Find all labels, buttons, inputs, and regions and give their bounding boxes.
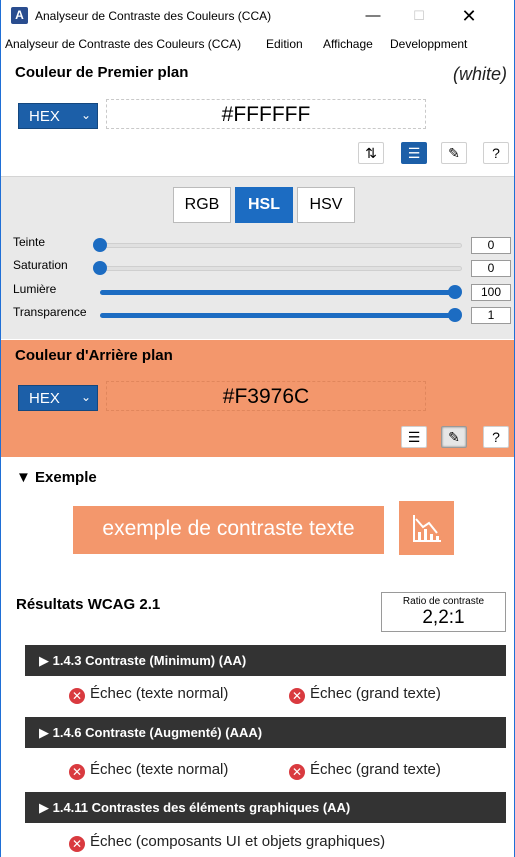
menu-item-affichage[interactable]: Affichage (323, 37, 373, 51)
result-text: Échec (texte normal) (90, 685, 229, 702)
app-window: A Analyseur de Contraste des Couleurs (C… (0, 0, 515, 857)
contrast-ratio-value: 2,2:1 (422, 607, 465, 628)
slider-thumb[interactable] (93, 261, 107, 275)
slider-label: Lumière (13, 282, 57, 296)
result-item: ✕ Échec (texte normal) (69, 685, 228, 704)
swap-colors-button[interactable]: ⇅ (358, 142, 384, 164)
fail-icon: ✕ (69, 836, 85, 852)
fail-icon: ✕ (69, 688, 85, 704)
background-format-label: HEX (29, 390, 60, 407)
slider-value-input[interactable]: 100 (471, 284, 511, 301)
chevron-down-icon: ⌄ (81, 108, 92, 122)
slider-track[interactable] (100, 266, 462, 271)
slider-label: Saturation (13, 258, 68, 272)
slider-fill (100, 313, 455, 318)
criterion-1-4-6[interactable]: ▶ 1.4.6 Contraste (Augmenté) (AAA) (25, 717, 506, 748)
slider-row-saturation: Saturation 0 (1, 258, 514, 278)
app-logo-icon: A (11, 7, 28, 24)
foreground-eyedropper-button[interactable]: ✎ (441, 142, 467, 164)
results-heading: Résultats WCAG 2.1 (16, 596, 161, 613)
window-title: Analyseur de Contraste des Couleurs (CCA… (35, 9, 272, 23)
slider-fill (100, 290, 455, 295)
result-item: ✕ Échec (texte normal) (69, 761, 228, 780)
foreground-help-button[interactable]: ? (483, 142, 509, 164)
criterion-1-4-3[interactable]: ▶ 1.4.3 Contraste (Minimum) (AA) (25, 645, 506, 676)
slider-track[interactable] (100, 243, 462, 248)
slider-thumb[interactable] (448, 308, 462, 322)
foreground-heading: Couleur de Premier plan (15, 64, 189, 81)
slider-thumb[interactable] (93, 238, 107, 252)
menu-bar: Analyseur de Contraste des Couleurs (CCA… (1, 34, 514, 54)
sliders-icon: ☰ (407, 145, 421, 161)
fail-icon: ✕ (69, 764, 85, 780)
slider-label: Transparence (13, 305, 87, 319)
slider-row-teinte: Teinte 0 (1, 235, 514, 255)
slider-value-input[interactable]: 0 (471, 260, 511, 277)
tab-hsl[interactable]: HSL (235, 187, 293, 223)
result-item: ✕ Échec (grand texte) (289, 761, 441, 780)
result-item: ✕ Échec (composants UI et objets graphiqu… (69, 833, 385, 852)
foreground-hex-input[interactable]: #FFFFFF (106, 99, 426, 129)
chart-icon (413, 515, 441, 542)
result-text: Échec (grand texte) (310, 761, 441, 778)
title-bar: A Analyseur de Contraste des Couleurs (C… (1, 0, 514, 32)
menu-item-app[interactable]: Analyseur de Contraste des Couleurs (CCA… (5, 37, 241, 51)
slider-row-lumiere: Lumière 100 (1, 282, 514, 302)
fail-icon: ✕ (289, 688, 305, 704)
foreground-format-select[interactable]: HEX ⌄ (18, 103, 98, 129)
criterion-1-4-11[interactable]: ▶ 1.4.11 Contrastes des éléments graphiq… (25, 792, 506, 823)
contrast-ratio-label: Ratio de contraste (402, 596, 485, 607)
tab-rgb[interactable]: RGB (173, 187, 231, 223)
background-help-button[interactable]: ? (483, 426, 509, 448)
sliders-icon: ☰ (407, 429, 421, 445)
background-heading: Couleur d'Arrière plan (15, 347, 173, 364)
example-text-preview: exemple de contraste texte (73, 506, 384, 554)
result-text: Échec (grand texte) (310, 685, 441, 702)
minimize-button[interactable]: — (351, 4, 395, 28)
slider-label: Teinte (13, 235, 46, 249)
example-graphic-preview (399, 501, 454, 555)
menu-item-edition[interactable]: Edition (266, 37, 303, 51)
eyedropper-icon: ✎ (448, 145, 460, 161)
foreground-sliders-button[interactable]: ☰ (401, 142, 427, 164)
chevron-down-icon: ⌄ (81, 390, 92, 404)
menu-item-developpment[interactable]: Developpment (390, 37, 467, 51)
slider-row-transparence: Transparence 1 (1, 305, 514, 325)
slider-value-input[interactable]: 0 (471, 237, 511, 254)
result-item: ✕ Échec (grand texte) (289, 685, 441, 704)
maximize-button[interactable]: ☐ (397, 4, 441, 28)
background-hex-input[interactable]: #F3976C (106, 381, 426, 411)
close-button[interactable]: ✕ (447, 4, 491, 28)
fail-icon: ✕ (289, 764, 305, 780)
help-icon: ? (492, 145, 500, 161)
eyedropper-icon: ✎ (448, 429, 460, 445)
contrast-ratio-box: Ratio de contraste 2,2:1 (381, 592, 506, 632)
foreground-format-label: HEX (29, 108, 60, 125)
swap-icon: ⇅ (365, 145, 377, 161)
background-sliders-button[interactable]: ☰ (401, 426, 427, 448)
foreground-color-name: (white) (453, 64, 508, 84)
background-format-select[interactable]: HEX ⌄ (18, 385, 98, 411)
background-eyedropper-button[interactable]: ✎ (441, 426, 467, 448)
tab-hsv[interactable]: HSV (297, 187, 355, 223)
help-icon: ? (492, 429, 500, 445)
slider-value-input[interactable]: 1 (471, 307, 511, 324)
example-toggle[interactable]: ▼ Exemple (16, 469, 97, 486)
slider-thumb[interactable] (448, 285, 462, 299)
result-text: Échec (composants UI et objets graphique… (90, 833, 386, 850)
result-text: Échec (texte normal) (90, 761, 229, 778)
